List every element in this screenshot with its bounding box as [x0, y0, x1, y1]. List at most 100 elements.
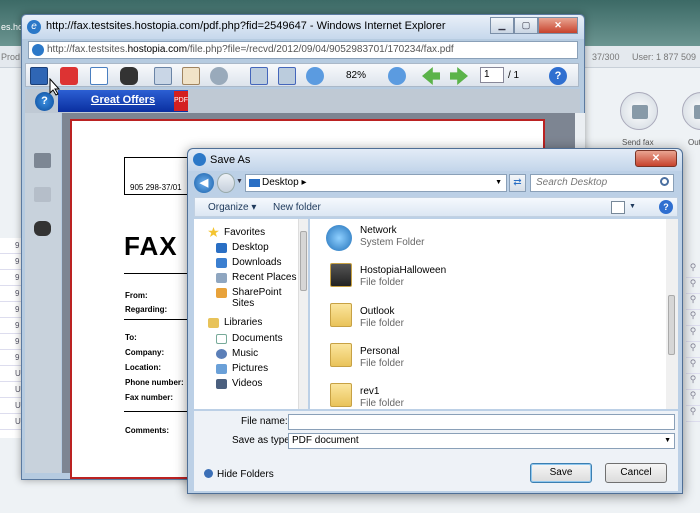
zoom-level[interactable]: 82% [346, 70, 366, 81]
refresh-button[interactable]: ⇄ [509, 174, 526, 192]
organize-button[interactable]: Organize ▾ [208, 202, 256, 213]
forward-button[interactable] [217, 173, 235, 193]
search-icon[interactable]: ⚲ [686, 374, 700, 390]
search-icon[interactable]: ⚲ [686, 342, 700, 358]
file-name-label: File name: [241, 416, 288, 427]
phone-number-label: Phone number: [125, 378, 184, 387]
nav-item-desktop[interactable]: Desktop [232, 242, 269, 253]
cancel-button[interactable]: Cancel [605, 463, 667, 483]
view-options-icon[interactable] [611, 201, 625, 214]
previous-page-icon[interactable] [422, 67, 440, 85]
regarding-label: Regarding: [125, 305, 168, 314]
close-button[interactable]: ✕ [538, 17, 578, 34]
scroll-thumb[interactable] [300, 231, 307, 291]
network-icon [326, 225, 352, 251]
nav-favorites[interactable]: Favorites [224, 227, 265, 238]
nav-libraries[interactable]: Libraries [224, 317, 262, 328]
recent-places-icon [216, 273, 227, 283]
new-folder-button[interactable]: New folder [273, 202, 321, 213]
search-icon [660, 177, 669, 186]
nav-item-music[interactable]: Music [232, 348, 258, 359]
outbox-icon [694, 105, 700, 119]
page-icon [32, 44, 44, 56]
hand-tool-icon[interactable] [182, 67, 200, 85]
company-label: Company: [125, 348, 165, 357]
recent-locations-chevron-icon[interactable]: ▼ [236, 178, 243, 185]
chevron-down-icon[interactable]: ▼ [629, 203, 636, 210]
page-number-input[interactable]: 1 [480, 67, 504, 83]
search-icon[interactable]: ⚲ [686, 310, 700, 326]
minimize-button[interactable]: ▁ [490, 17, 514, 34]
nav-item-recent-places[interactable]: Recent Places [232, 272, 296, 283]
select-tool-icon[interactable] [154, 67, 172, 85]
help-icon[interactable]: ? [659, 200, 673, 214]
desktop-icon [216, 243, 227, 253]
next-page-icon[interactable] [450, 67, 468, 85]
nav-item-videos[interactable]: Videos [232, 378, 262, 389]
music-icon [216, 349, 227, 359]
search-icon[interactable]: ⚲ [686, 294, 700, 310]
search-placeholder: Search Desktop [536, 177, 608, 188]
binoculars-icon[interactable] [120, 67, 138, 85]
navigation-pane: Favorites Desktop Downloads Recent Place… [194, 219, 298, 409]
dialog-close-button[interactable]: ✕ [635, 150, 677, 167]
folder-icon [330, 263, 352, 287]
hide-folders-button[interactable]: Hide Folders [204, 469, 274, 480]
ie-window-title: http://fax.testsites.hostopia.com/pdf.ph… [46, 20, 446, 32]
dialog-titlebar[interactable]: Save As ✕ [188, 149, 682, 171]
zoom-out-icon[interactable] [306, 67, 324, 85]
file-name-field[interactable] [288, 414, 675, 430]
scroll-thumb[interactable] [668, 295, 675, 355]
great-offers-link[interactable]: Great Offers [58, 90, 188, 112]
search-icon[interactable]: ⚲ [686, 358, 700, 374]
save-button[interactable]: Save [530, 463, 592, 483]
address-domain: hostopia.com [127, 44, 188, 55]
binoculars-icon[interactable] [34, 221, 51, 236]
videos-icon [216, 379, 227, 389]
pdf-side-panel [25, 113, 61, 473]
background-row-icons: ⚲ ⚲ ⚲ ⚲ ⚲ ⚲ ⚲ ⚲ ⚲ ⚲ [686, 262, 700, 432]
file-name: rev1 [360, 386, 380, 397]
back-button[interactable]: ◀ [194, 173, 214, 193]
search-icon[interactable]: ⚲ [686, 278, 700, 294]
email-icon[interactable] [90, 67, 108, 85]
pictures-icon [216, 364, 227, 374]
chevron-down-icon[interactable]: ▼ [495, 175, 502, 191]
attachments-icon[interactable] [34, 187, 51, 202]
ie-titlebar[interactable]: e http://fax.testsites.hostopia.com/pdf.… [22, 15, 584, 39]
libraries-icon [208, 318, 219, 328]
search-icon[interactable]: ⚲ [686, 262, 700, 278]
nav-item-documents[interactable]: Documents [232, 333, 283, 344]
star-icon [208, 227, 219, 237]
pages-icon[interactable] [34, 153, 51, 168]
fit-width-icon[interactable] [278, 67, 296, 85]
save-as-type-select[interactable]: PDF document ▼ [288, 433, 675, 449]
save-options: File name: Save as type: PDF document ▼ … [194, 411, 678, 491]
print-icon[interactable] [60, 67, 78, 85]
nav-item-sharepoint[interactable]: SharePoint Sites [232, 287, 298, 309]
file-type: File folder [360, 358, 404, 369]
nav-item-pictures[interactable]: Pictures [232, 363, 268, 374]
send-fax-button[interactable] [620, 92, 658, 130]
to-label: To: [125, 333, 137, 342]
save-as-type-label: Save as type: [232, 435, 293, 446]
address-suffix: /file.php?file=/recvd/2012/09/04/9052983… [187, 44, 454, 55]
fit-page-icon[interactable] [250, 67, 268, 85]
breadcrumb[interactable]: Desktop ▸ ▼ [245, 174, 507, 192]
file-list-scrollbar[interactable] [666, 219, 678, 409]
dialog-title: Save As [210, 154, 251, 166]
search-icon[interactable]: ⚲ [686, 326, 700, 342]
file-type: File folder [360, 398, 404, 409]
search-input[interactable]: Search Desktop [530, 174, 674, 192]
address-bar[interactable]: http://fax.testsites.hostopia.com/file.p… [28, 41, 578, 59]
nav-item-downloads[interactable]: Downloads [232, 257, 281, 268]
maximize-button[interactable]: ▢ [514, 17, 538, 34]
zoom-in-icon[interactable] [388, 67, 406, 85]
help-icon[interactable]: ? [549, 67, 567, 85]
search-icon[interactable]: ⚲ [686, 406, 700, 422]
search-icon[interactable]: ⚲ [686, 390, 700, 406]
navigation-scrollbar[interactable] [298, 219, 308, 409]
file-type: System Folder [360, 237, 425, 248]
save-icon[interactable] [30, 67, 48, 85]
zoom-tool-icon[interactable] [210, 67, 228, 85]
